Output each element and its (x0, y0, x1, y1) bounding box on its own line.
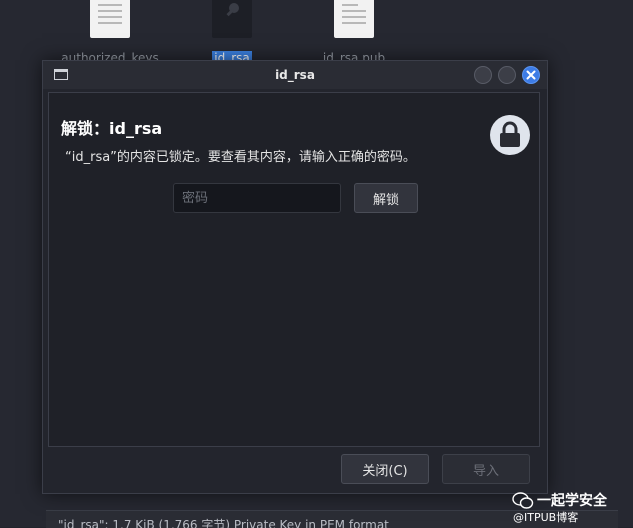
text-file-icon (334, 0, 374, 38)
watermark-title: 一起学安全 (537, 493, 607, 509)
watermark: 一起学安全 @ITPUB博客 (512, 490, 633, 527)
wechat-icon (512, 492, 534, 509)
unlock-dialog: id_rsa 解锁：id_rsa “id_rsa”的内容已锁定。要查看其内容，请… (42, 60, 548, 494)
file-label: authorized_keys (61, 51, 159, 60)
file-label: id_rsa (177, 48, 287, 60)
dialog-content: 解锁：id_rsa “id_rsa”的内容已锁定。要查看其内容，请输入正确的密码… (48, 92, 540, 447)
close-button[interactable]: 关闭(C) (341, 454, 429, 484)
file-id-rsa[interactable]: id_rsa (177, 0, 287, 60)
minimize-button[interactable] (474, 66, 492, 84)
file-id-rsa-pub[interactable]: id_rsa.pub (299, 0, 409, 60)
file-label: id_rsa.pub (322, 51, 386, 60)
title-bar[interactable]: id_rsa (43, 61, 547, 89)
window-title: id_rsa (275, 68, 315, 82)
dialog-description: “id_rsa”的内容已锁定。要查看其内容，请输入正确的密码。 (65, 150, 416, 165)
lock-icon (490, 115, 530, 155)
import-button[interactable]: 导入 (442, 454, 530, 484)
dialog-heading: 解锁：id_rsa (61, 119, 163, 138)
password-input[interactable] (173, 183, 341, 213)
close-window-button[interactable] (522, 66, 540, 84)
watermark-subtitle: @ITPUB博客 (513, 511, 579, 524)
unlock-button[interactable]: 解锁 (354, 183, 418, 213)
key-file-icon (212, 0, 252, 38)
maximize-button[interactable] (498, 66, 516, 84)
close-icon (526, 70, 536, 80)
file-authorized-keys[interactable]: authorized_keys (55, 0, 165, 60)
text-file-icon (90, 0, 130, 38)
